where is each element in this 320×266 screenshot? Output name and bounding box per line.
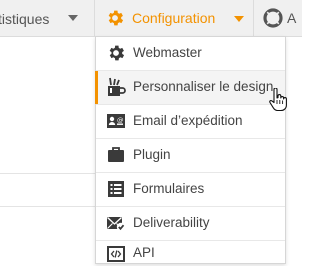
menu-item-label: Email d’expédition [133, 113, 243, 128]
menu-item-label: Plugin [133, 147, 171, 162]
nav-configuration[interactable]: Configuration [96, 0, 253, 37]
chevron-down-icon [234, 16, 244, 22]
chevron-down-icon [68, 15, 78, 21]
menu-item-label: Formulaires [133, 181, 205, 196]
nav-next-label: A [287, 10, 297, 26]
background-divider [0, 173, 96, 174]
background-divider [0, 206, 96, 207]
menu-item-label: Personnaliser le design [133, 79, 274, 94]
form-list-icon [108, 181, 124, 197]
menu-item-formulaires[interactable]: Formulaires [96, 173, 285, 206]
menu-item-plugin[interactable]: Plugin [96, 139, 285, 172]
envelope-check-icon [107, 217, 126, 232]
menu-item-deliverability[interactable]: Deliverability [96, 207, 285, 240]
svg-text:@: @ [117, 116, 124, 124]
hand-pointer-cursor-icon [269, 88, 287, 112]
page: tistiques Configuration A Webmaster Pers… [0, 0, 302, 266]
configuration-dropdown: Webmaster Personnaliser le design @ Emai… [95, 36, 286, 264]
nav-configuration-label: Configuration [132, 10, 216, 26]
contact-card-icon: @ [107, 114, 125, 128]
briefcase-icon [108, 147, 124, 162]
nav-next[interactable]: A [253, 0, 302, 37]
menu-item-email-expedition[interactable]: @ Email d’expédition [96, 105, 285, 138]
gear-icon [109, 45, 125, 61]
paint-brushes-icon [108, 77, 126, 96]
code-icon [107, 246, 125, 262]
menu-item-label: Deliverability [133, 215, 210, 230]
menu-item-label: API [133, 245, 155, 260]
nav-statistics[interactable]: tistiques [0, 0, 95, 37]
menu-item-api[interactable]: API [96, 241, 285, 263]
lifebuoy-icon [263, 8, 283, 28]
gear-icon [108, 10, 124, 26]
menu-item-label: Webmaster [133, 45, 202, 60]
top-navbar: tistiques Configuration A [0, 0, 302, 37]
menu-item-webmaster[interactable]: Webmaster [96, 37, 285, 70]
nav-statistics-label: tistiques [0, 10, 50, 27]
menu-item-personnaliser-design[interactable]: Personnaliser le design [95, 71, 285, 104]
